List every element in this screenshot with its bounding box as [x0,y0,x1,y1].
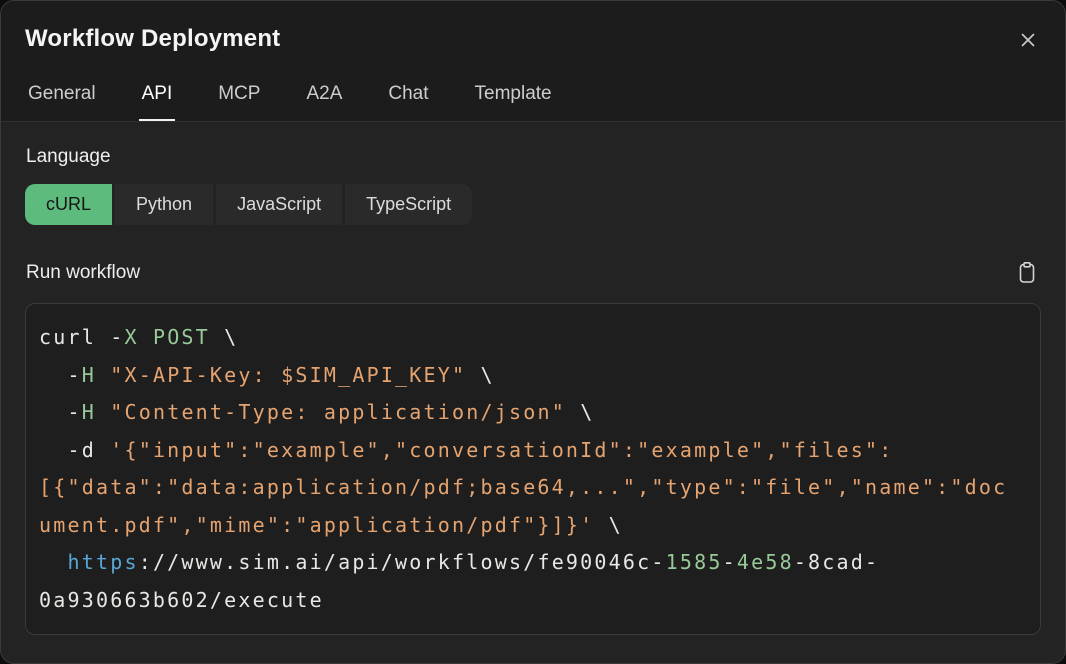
code-line: ument.pdf","mime":"application/pdf"}]}' … [39,507,1027,545]
clipboard-icon [1016,261,1038,285]
page-title: Workflow Deployment [25,25,280,53]
code-line: -H "X-API-Key: $SIM_API_KEY" \ [39,357,1027,395]
tab-bar: General API MCP A2A Chat Template [25,83,1041,121]
tab-a2a[interactable]: A2A [303,83,345,121]
tab-template[interactable]: Template [472,83,555,121]
code-line: https://www.sim.ai/api/workflows/fe90046… [39,544,1027,582]
modal-header: Workflow Deployment General API MCP A2A Chat… [1,1,1065,122]
language-option-typescript[interactable]: TypeScript [345,184,472,225]
modal-content: Language cURLPythonJavaScriptTypeScript … [1,122,1065,663]
code-line: -H "Content-Type: application/json" \ [39,394,1027,432]
tab-mcp[interactable]: MCP [215,83,263,121]
code-line: [{"data":"data:application/pdf;base64,..… [39,469,1027,507]
language-label: Language [26,146,1041,168]
code-line: 0a930663b602/execute [39,582,1027,620]
close-button[interactable] [1015,27,1041,53]
workflow-deployment-modal: Workflow Deployment General API MCP A2A Chat… [0,0,1066,664]
language-selector: cURLPythonJavaScriptTypeScript [25,184,1041,225]
tab-chat[interactable]: Chat [385,83,431,121]
copy-button[interactable] [1014,259,1040,287]
language-option-curl[interactable]: cURL [25,184,112,225]
tab-api[interactable]: API [139,83,176,121]
close-icon [1017,29,1039,51]
code-line: -d '{"input":"example","conversationId":… [39,432,1027,470]
language-option-javascript[interactable]: JavaScript [216,184,342,225]
run-workflow-label: Run workflow [26,262,140,284]
language-option-python[interactable]: Python [115,184,213,225]
code-line: curl -X POST \ [39,319,1027,357]
tab-general[interactable]: General [25,83,99,121]
code-block[interactable]: curl -X POST \ -H "X-API-Key: $SIM_API_K… [25,303,1041,635]
